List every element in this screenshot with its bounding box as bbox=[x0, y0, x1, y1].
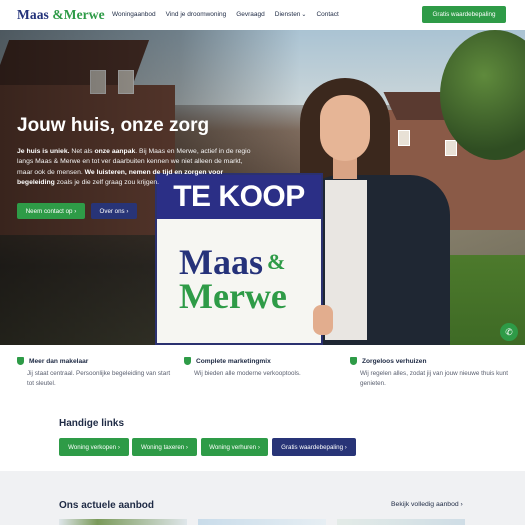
person-hand bbox=[313, 305, 333, 335]
top-navigation: Maas &Merwe Woningaanbod Vind je droomwo… bbox=[0, 0, 525, 30]
shield-check-icon bbox=[350, 357, 357, 365]
feature-title-text: Zorgeloos verhuizen bbox=[362, 357, 427, 365]
logo-ampersand: & bbox=[52, 7, 64, 22]
menu-item-woningaanbod[interactable]: Woningaanbod bbox=[112, 11, 156, 18]
link-gratis-waardebepaling[interactable]: Gratis waardebepaling › bbox=[272, 438, 356, 456]
view-all-listings-link[interactable]: Bekijk volledig aanbod › bbox=[391, 501, 463, 508]
listing-thumbnail[interactable] bbox=[59, 519, 187, 525]
link-woning-verkopen[interactable]: Woning verkopen › bbox=[59, 438, 129, 456]
contact-button[interactable]: Neem contact op › bbox=[17, 203, 85, 219]
feature-description: Wij regelen alles, zodat jij van jouw ni… bbox=[360, 370, 509, 387]
features-strip: Meer dan makelaar Jij staat centraal. Pe… bbox=[0, 345, 525, 400]
sign-logo-ampersand: & bbox=[267, 249, 286, 274]
feature-title-text: Complete marketingmix bbox=[196, 357, 271, 365]
logo-text-merwe: Merwe bbox=[63, 7, 105, 22]
hero-intro-bold-2: onze aanpak bbox=[94, 148, 136, 155]
feature-item: Meer dan makelaar Jij staat centraal. Pe… bbox=[17, 357, 177, 388]
whatsapp-icon[interactable]: ✆ bbox=[500, 323, 518, 341]
link-woning-taxeren[interactable]: Woning taxeren › bbox=[132, 438, 197, 456]
waardebepaling-button[interactable]: Gratis waardebepaling bbox=[422, 6, 506, 23]
house-window bbox=[398, 130, 410, 146]
hero-title: Jouw huis, onze zorg bbox=[17, 115, 210, 136]
feature-title-text: Meer dan makelaar bbox=[29, 357, 89, 365]
feature-title: Meer dan makelaar bbox=[17, 357, 177, 365]
listings-heading: Ons actuele aanbod bbox=[59, 500, 155, 511]
feature-description: Jij staat centraal. Persoonlijke begelei… bbox=[27, 370, 171, 387]
sign-logo-merwe: Merwe bbox=[179, 276, 287, 316]
hero-intro-part-3: zoals je die zelf graag zou krijgen. bbox=[54, 178, 160, 186]
listings-section: Ons actuele aanbod Bekijk volledig aanbo… bbox=[0, 471, 525, 525]
links-heading: Handige links bbox=[59, 418, 125, 429]
listing-thumbnail[interactable] bbox=[198, 519, 326, 525]
for-sale-sign: TE KOOP Maas & Merwe bbox=[155, 173, 323, 345]
feature-title: Complete marketingmix bbox=[184, 357, 344, 365]
feature-item: Complete marketingmix Wij bieden alle mo… bbox=[184, 357, 344, 379]
menu-item-contact[interactable]: Contact bbox=[316, 11, 338, 18]
hero-intro-bold-1: Je huis is uniek. bbox=[17, 148, 70, 155]
house-window bbox=[445, 140, 457, 156]
chevron-down-icon: ⌄ bbox=[301, 12, 307, 18]
main-menu: Woningaanbod Vind je droomwoning Gevraag… bbox=[112, 11, 339, 18]
feature-title: Zorgeloos verhuizen bbox=[350, 357, 510, 365]
person-face bbox=[320, 95, 370, 161]
link-woning-verhuren[interactable]: Woning verhuren › bbox=[201, 438, 268, 456]
feature-item: Zorgeloos verhuizen Wij regelen alles, z… bbox=[350, 357, 510, 388]
shield-check-icon bbox=[184, 357, 191, 365]
hero-intro: Je huis is uniek. Net als onze aanpak. B… bbox=[17, 147, 257, 188]
menu-item-diensten-label: Diensten bbox=[274, 11, 301, 18]
sign-logo: Maas & Merwe bbox=[179, 244, 287, 316]
listing-thumbnail[interactable] bbox=[337, 519, 465, 525]
menu-item-gevraagd[interactable]: Gevraagd bbox=[236, 11, 265, 18]
feature-description: Wij bieden alle moderne verkooptools. bbox=[194, 370, 301, 377]
menu-item-droomwoning[interactable]: Vind je droomwoning bbox=[166, 11, 227, 18]
menu-item-diensten[interactable]: Diensten⌄ bbox=[275, 11, 307, 18]
about-button[interactable]: Over ons › bbox=[91, 203, 137, 219]
hero-section: TE KOOP Maas & Merwe Jouw huis, onze zorg… bbox=[0, 30, 525, 345]
hero-intro-part-1: Net als bbox=[69, 148, 95, 155]
shield-check-icon bbox=[17, 357, 24, 365]
logo[interactable]: Maas &Merwe bbox=[17, 7, 105, 23]
logo-text-maas: Maas bbox=[17, 7, 49, 22]
